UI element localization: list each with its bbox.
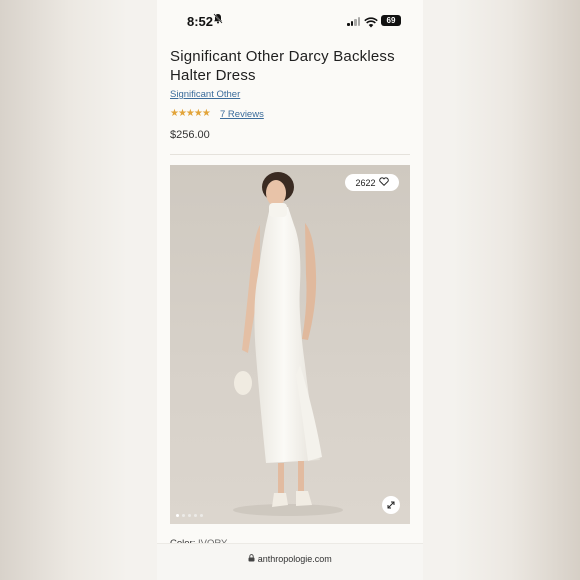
brand-link[interactable]: Significant Other	[170, 89, 240, 100]
product-title: Significant Other Darcy Backless Halter …	[170, 48, 395, 84]
carousel-dot[interactable]	[200, 514, 203, 517]
likes-count: 2622	[355, 177, 376, 188]
divider	[170, 154, 410, 155]
status-bar: 8:52 69	[157, 0, 423, 40]
wifi-icon	[364, 15, 378, 28]
url-text: anthropologie.com	[257, 554, 332, 564]
heart-icon	[378, 177, 389, 188]
browser-url-bar[interactable]: anthropologie.com	[157, 543, 423, 580]
product-image[interactable]: 2622	[170, 165, 410, 524]
carousel-dot[interactable]	[176, 514, 179, 517]
likes-button[interactable]: 2622	[345, 174, 399, 191]
expand-image-button[interactable]	[382, 496, 400, 514]
battery-indicator: 69	[381, 15, 401, 26]
cellular-signal-icon	[347, 16, 361, 26]
lock-icon	[248, 554, 258, 564]
rating-stars: ★★★★★	[170, 108, 211, 119]
url-display[interactable]: anthropologie.com	[157, 554, 423, 564]
phone-screen: 8:52 69 Significant Other Darcy Backless	[157, 0, 423, 580]
carousel-dot[interactable]	[194, 514, 197, 517]
bell-muted-icon	[213, 13, 223, 27]
dress-model-image	[233, 172, 343, 516]
status-time: 8:52	[187, 14, 214, 29]
carousel-dots	[176, 514, 203, 517]
expand-icon	[387, 501, 395, 509]
carousel-dot[interactable]	[182, 514, 185, 517]
product-price: $256.00	[170, 129, 210, 141]
carousel-dot[interactable]	[188, 514, 191, 517]
reviews-link[interactable]: 7 Reviews	[220, 109, 264, 120]
